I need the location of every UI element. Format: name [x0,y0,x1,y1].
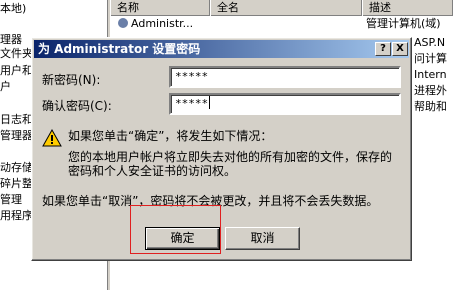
list-item[interactable]: Administr... [118,17,193,31]
tree-item[interactable]: 动存储 [0,161,33,175]
tree-item[interactable]: 碎片整 [0,177,33,191]
list-item-description: Intern [414,68,447,81]
tree-item[interactable]: 管理 [0,193,22,207]
tree-item[interactable]: 用程序 [0,209,33,223]
confirm-password-label: 确认密码(C): [42,99,112,113]
user-icon [118,18,128,28]
dialog-titlebar[interactable]: 为 Administrator 设置密码 ? X [34,40,409,58]
list-item-description: ASP.N [414,36,446,49]
tree-item[interactable]: 日志和 [0,113,33,127]
list-item-description: 管理计算机(域) [366,17,441,30]
list-item-description: 问计算 [414,52,447,65]
close-button[interactable]: X [392,42,408,56]
new-password-label: 新密码(N): [42,73,101,87]
column-header-name[interactable]: 名称 [110,0,210,16]
text-caret [209,96,211,109]
annotation-highlight-box [130,205,221,254]
column-header-description[interactable]: 描述 [362,0,453,16]
tree-item[interactable]: 户 [0,80,11,94]
list-header: 名称 全名 描述 [110,0,453,16]
new-password-value: ***** [175,70,209,83]
list-item-description: 帮助和 [414,100,447,113]
set-password-dialog: 为 Administrator 设置密码 ? X 新密码(N): ***** 确… [31,37,412,261]
cancel-button[interactable]: 取消 [225,227,300,250]
warning-detail-line-2: 密码和个人安全证书的访问权。 [68,164,237,178]
warning-detail-line-1: 您的本地用户帐户将立即失去对他的所有加密的文件，保存的 [68,150,393,164]
tree-item[interactable]: 本地) [0,2,26,16]
list-item-description: 进程外 [414,84,447,97]
tree-item[interactable]: 文件夹 [0,47,33,61]
list-item-name: Administr... [131,17,194,30]
new-password-field[interactable]: ***** [169,66,401,88]
warning-message: 如果您单击“确定”，将发生如下情况： [68,129,273,143]
warning-icon [42,129,62,147]
column-header-fullname[interactable]: 全名 [210,0,362,16]
confirm-password-field[interactable]: ***** [169,93,401,115]
dialog-title: 为 Administrator 设置密码 [38,42,201,56]
tree-item[interactable]: 管理器 [0,129,33,143]
tree-item[interactable]: 理器 [0,33,22,47]
confirm-password-value: ***** [175,97,209,110]
help-button[interactable]: ? [375,42,391,56]
tree-item[interactable]: 用户和 [0,64,33,78]
